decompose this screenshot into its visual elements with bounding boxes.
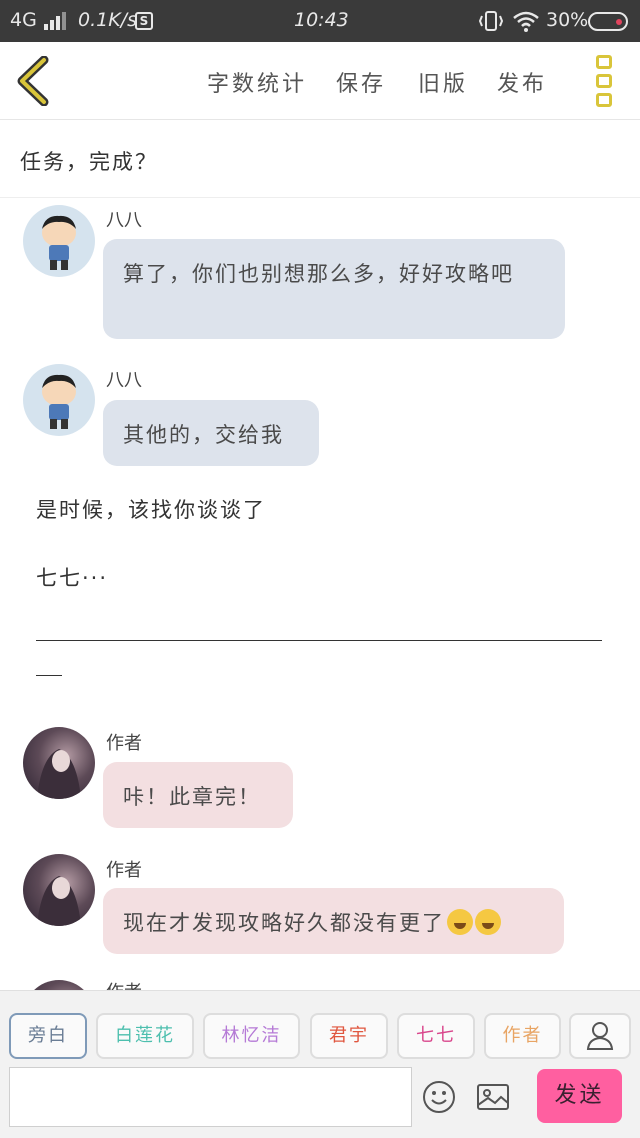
speaker-name: 作者: [106, 733, 142, 754]
message-text: 现在才发现攻略好久都没有更了: [123, 911, 445, 935]
role-tab-label: 君宇: [329, 1025, 369, 1046]
author-avatar-icon: [37, 876, 81, 926]
laughing-emoji-icon: [447, 909, 473, 935]
role-tab-lin-yijie[interactable]: 林忆洁: [203, 1013, 300, 1059]
narration-text[interactable]: 是时候，该找你谈谈了: [36, 494, 266, 524]
battery-level: 30%: [546, 9, 589, 31]
message-bubble[interactable]: 现在才发现攻略好久都没有更了: [103, 888, 564, 954]
publish-button[interactable]: 发布: [497, 66, 547, 98]
author-avatar-icon: [37, 749, 81, 799]
message-bubble[interactable]: 算了，你们也别想那么多，好好攻略吧: [103, 239, 565, 339]
battery-icon: [588, 12, 628, 31]
person-icon: [586, 1022, 614, 1050]
laughing-emoji-icon: [475, 909, 501, 935]
chevron-left-icon[interactable]: [12, 56, 56, 106]
network-type: 4G: [10, 9, 37, 31]
menu-icon[interactable]: [594, 55, 614, 107]
role-tab-label: 林忆洁: [221, 1025, 282, 1046]
vibrate-icon: [478, 11, 504, 31]
role-tab-junyu[interactable]: 君宇: [310, 1013, 388, 1059]
message-bubble[interactable]: 其他的，交给我: [103, 400, 319, 466]
separator-line: [36, 640, 602, 641]
divider: [0, 197, 640, 198]
character-avatar-icon: [42, 374, 76, 429]
narration-text[interactable]: 七七···: [36, 562, 108, 592]
old-version-button[interactable]: 旧版: [418, 66, 468, 98]
role-tab-author[interactable]: 作者: [484, 1013, 561, 1059]
avatar[interactable]: [23, 205, 95, 277]
message-input[interactable]: [9, 1067, 412, 1127]
role-tab-label: 七七: [416, 1025, 456, 1046]
speaker-name: 八八: [106, 210, 142, 231]
character-avatar-icon: [42, 215, 76, 270]
speaker-name: 作者: [106, 860, 142, 881]
add-role-button[interactable]: [569, 1013, 631, 1059]
role-tab-white-lotus[interactable]: 白莲花: [96, 1013, 194, 1059]
editor-toolbar: 字数统计 保存 旧版 发布: [0, 42, 640, 120]
role-tab-label: 旁白: [28, 1025, 68, 1046]
word-count-button[interactable]: 字数统计: [207, 66, 307, 98]
role-tab-label: 白莲花: [115, 1025, 175, 1046]
status-bar: 4G 0.1K/s S 10:43 30%: [0, 0, 640, 42]
avatar[interactable]: [23, 364, 95, 436]
speaker-name: 八八: [106, 370, 142, 391]
avatar[interactable]: [23, 727, 95, 799]
clock: 10:43: [294, 9, 349, 31]
smiley-icon[interactable]: [421, 1079, 457, 1115]
chapter-title[interactable]: 任务，完成？: [20, 146, 158, 176]
role-tab-qiqi[interactable]: 七七: [397, 1013, 475, 1059]
wifi-icon: [513, 11, 539, 32]
signal-icon: [44, 12, 66, 30]
role-tab-label: 作者: [502, 1025, 543, 1046]
save-button[interactable]: 保存: [336, 66, 386, 98]
network-speed: 0.1K/s: [78, 9, 137, 31]
image-icon[interactable]: [475, 1079, 511, 1115]
send-button[interactable]: 发送: [537, 1069, 622, 1123]
sd-card-icon: S: [135, 12, 153, 30]
message-bubble[interactable]: 咔！此章完！: [103, 762, 293, 828]
avatar[interactable]: [23, 854, 95, 926]
separator-line: [36, 675, 62, 676]
role-tab-narrator[interactable]: 旁白: [9, 1013, 87, 1059]
